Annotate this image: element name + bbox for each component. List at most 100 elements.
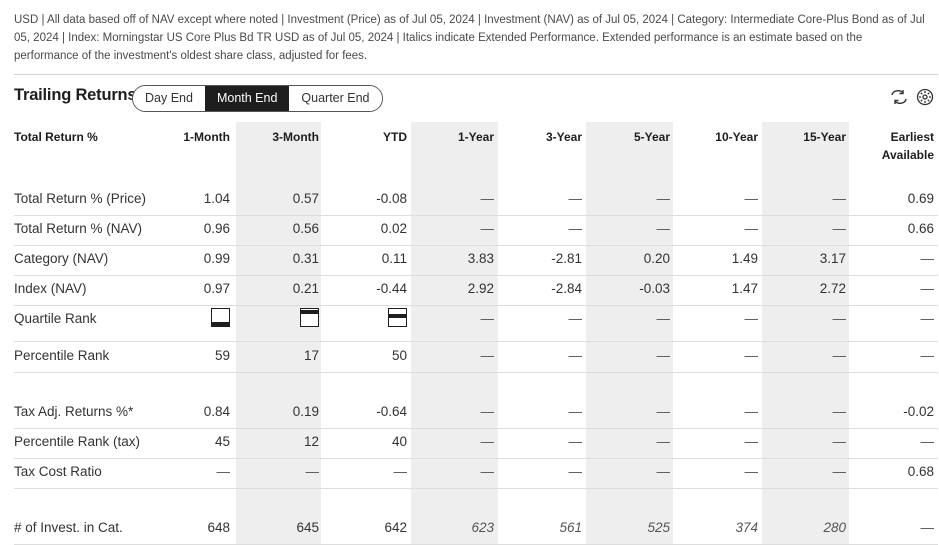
table-cell: — bbox=[656, 311, 671, 326]
column-header-5: 3-Year bbox=[545, 130, 582, 144]
table-cell: — bbox=[480, 464, 495, 479]
table-cell: 0.21 bbox=[292, 281, 319, 296]
row-label: Tax Adj. Returns %* bbox=[14, 404, 134, 419]
table-cell: — bbox=[656, 434, 671, 449]
table-cell: — bbox=[216, 464, 231, 479]
row-label: Quartile Rank bbox=[14, 311, 97, 326]
row-divider bbox=[14, 428, 938, 429]
table-cell: 1.47 bbox=[731, 281, 758, 296]
column-header-label: Total Return % bbox=[14, 130, 98, 144]
column-header-9: Earliest Available bbox=[881, 130, 934, 162]
table-cell: — bbox=[568, 221, 583, 236]
month-end-button[interactable]: Month End bbox=[204, 86, 290, 111]
table-cell: -2.81 bbox=[551, 251, 582, 266]
row-divider bbox=[14, 488, 938, 489]
column-shade-1-year bbox=[411, 122, 498, 545]
table-cell: — bbox=[480, 221, 495, 236]
divider bbox=[14, 74, 938, 75]
table-cell: 0.68 bbox=[907, 464, 934, 479]
table-cell: 0.19 bbox=[292, 404, 319, 419]
table-cell: — bbox=[744, 221, 759, 236]
table-cell: 0.99 bbox=[203, 251, 230, 266]
refresh-icon[interactable] bbox=[889, 87, 909, 107]
table-cell: — bbox=[656, 464, 671, 479]
table-cell: — bbox=[568, 311, 583, 326]
table-cell: 623 bbox=[471, 520, 494, 535]
table-cell: 0.69 bbox=[907, 191, 934, 206]
table-cell: 45 bbox=[214, 434, 230, 449]
table-cell: -0.64 bbox=[376, 404, 407, 419]
row-label: Tax Cost Ratio bbox=[14, 464, 102, 479]
table-cell: 642 bbox=[384, 520, 407, 535]
table-cell: — bbox=[744, 434, 759, 449]
table-cell: 525 bbox=[647, 520, 670, 535]
table-cell: -0.02 bbox=[903, 404, 934, 419]
table-cell: 2.72 bbox=[819, 281, 846, 296]
column-header-1: 1-Month bbox=[183, 130, 230, 144]
table-cell: — bbox=[832, 311, 847, 326]
table-cell: — bbox=[832, 348, 847, 363]
table-cell: 0.84 bbox=[203, 404, 230, 419]
table-cell: — bbox=[656, 191, 671, 206]
column-header-7: 10-Year bbox=[715, 130, 758, 144]
table-cell: 12 bbox=[303, 434, 319, 449]
table-cell: 0.96 bbox=[203, 221, 230, 236]
table-cell: 17 bbox=[303, 348, 319, 363]
table-cell: — bbox=[832, 434, 847, 449]
table-cell: — bbox=[920, 348, 935, 363]
table-cell: — bbox=[480, 191, 495, 206]
row-divider bbox=[14, 458, 938, 459]
table-cell: 3.83 bbox=[467, 251, 494, 266]
table-cell: 645 bbox=[296, 520, 319, 535]
row-divider bbox=[14, 341, 938, 342]
quartile-rank-icon bbox=[388, 308, 407, 327]
table-cell: 280 bbox=[823, 520, 846, 535]
day-end-button[interactable]: Day End bbox=[133, 86, 205, 111]
row-divider bbox=[14, 215, 938, 216]
data-source-note: USD | All data based off of NAV except w… bbox=[14, 14, 925, 62]
table-cell: — bbox=[920, 434, 935, 449]
table-cell: — bbox=[568, 348, 583, 363]
quartile-rank-icon bbox=[211, 308, 230, 327]
row-divider bbox=[14, 372, 938, 373]
settings-icon[interactable] bbox=[915, 87, 935, 107]
row-label: Percentile Rank (tax) bbox=[14, 434, 141, 449]
table-cell: — bbox=[920, 311, 935, 326]
table-cell: 561 bbox=[559, 520, 582, 535]
toolbar-icons bbox=[889, 87, 935, 107]
table-cell: 0.56 bbox=[292, 221, 319, 236]
table-cell: — bbox=[305, 464, 320, 479]
table-cell: 0.20 bbox=[643, 251, 670, 266]
table-cell: 1.49 bbox=[731, 251, 758, 266]
table-cell: — bbox=[480, 311, 495, 326]
row-label: Percentile Rank bbox=[14, 348, 110, 363]
table-cell: -0.08 bbox=[376, 191, 407, 206]
table-cell: — bbox=[568, 191, 583, 206]
row-label: # of Invest. in Cat. bbox=[14, 520, 123, 535]
row-divider bbox=[14, 305, 938, 306]
table-cell: — bbox=[832, 221, 847, 236]
row-label: Index (NAV) bbox=[14, 281, 87, 296]
quarter-end-button[interactable]: Quarter End bbox=[289, 86, 382, 111]
table-cell: 0.57 bbox=[292, 191, 319, 206]
column-header-8: 15-Year bbox=[803, 130, 846, 144]
table-cell: 1.04 bbox=[203, 191, 230, 206]
row-label: Total Return % (Price) bbox=[14, 191, 147, 206]
table-cell: — bbox=[744, 404, 759, 419]
table-cell: — bbox=[744, 464, 759, 479]
table-cell: — bbox=[744, 311, 759, 326]
table-cell: 374 bbox=[735, 520, 758, 535]
table-cell: 0.31 bbox=[292, 251, 319, 266]
table-cell: — bbox=[568, 404, 583, 419]
table-cell: — bbox=[920, 281, 935, 296]
period-segmented-control: Day End Month End Quarter End bbox=[132, 85, 383, 112]
column-header-3: YTD bbox=[383, 130, 407, 144]
row-divider bbox=[14, 245, 938, 246]
table-cell: 0.97 bbox=[203, 281, 230, 296]
table-cell: — bbox=[656, 348, 671, 363]
table-cell bbox=[239, 308, 319, 327]
table-cell: — bbox=[480, 348, 495, 363]
table-cell: — bbox=[480, 434, 495, 449]
table-cell bbox=[150, 308, 230, 327]
table-cell: — bbox=[480, 404, 495, 419]
